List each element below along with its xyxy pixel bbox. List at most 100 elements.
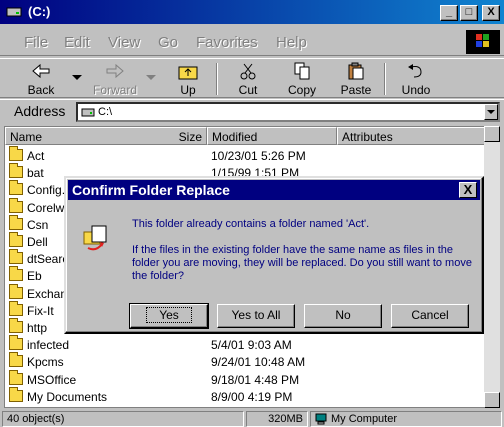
item-name: bat xyxy=(27,166,44,181)
folder-icon xyxy=(9,232,23,247)
address-label: Address xyxy=(14,103,66,119)
toolbar-separator xyxy=(384,63,386,95)
address-dropdown-button[interactable] xyxy=(484,104,498,120)
cancel-button[interactable]: Cancel xyxy=(391,304,469,328)
menu-edit[interactable]: Edit xyxy=(64,34,90,51)
status-object-count: 40 object(s) xyxy=(2,411,244,427)
forward-label: Forward xyxy=(92,83,137,97)
cut-label: Cut xyxy=(238,83,258,97)
window-title: (C:) xyxy=(28,4,51,19)
scroll-down-button[interactable] xyxy=(484,392,500,408)
my-computer-icon xyxy=(315,413,327,425)
status-bar: 40 object(s) 320MB My Computer xyxy=(0,410,504,427)
list-item[interactable]: My Documents 8/9/00 4:19 PM xyxy=(5,386,499,407)
address-field[interactable]: C:\ xyxy=(76,102,500,122)
item-name: Act xyxy=(27,149,45,163)
dialog-message-existing: This folder already contains a folder na… xyxy=(132,218,370,230)
scroll-up-button[interactable] xyxy=(484,126,500,142)
folder-icon xyxy=(9,266,23,282)
up-folder-icon xyxy=(178,66,198,80)
back-button[interactable]: Back xyxy=(16,59,66,99)
window-title-bar[interactable]: (C:) _ □ X xyxy=(0,0,504,24)
yes-to-all-button[interactable]: Yes to All xyxy=(217,304,295,328)
item-name: infected xyxy=(27,338,70,353)
up-label: Up xyxy=(180,83,196,97)
up-button[interactable]: Up xyxy=(163,59,213,99)
undo-button[interactable]: Undo xyxy=(391,59,441,99)
chevron-down-icon xyxy=(487,110,495,114)
paste-icon xyxy=(348,62,364,80)
forward-dropdown-icon[interactable] xyxy=(146,75,156,80)
item-modified: 9/24/01 10:48 AM xyxy=(211,355,306,370)
column-size[interactable]: Size xyxy=(135,127,207,145)
item-name: Dell xyxy=(27,235,48,249)
dialog-title-bar[interactable]: Confirm Folder Replace X xyxy=(68,180,480,200)
scissors-icon xyxy=(240,63,256,80)
folder-icon xyxy=(9,300,23,316)
item-modified: 9/18/01 4:48 PM xyxy=(211,372,300,387)
folder-icon xyxy=(9,197,23,213)
address-bar: Address C:\ xyxy=(0,99,504,123)
menu-favorites[interactable]: Favorites xyxy=(196,34,258,51)
paste-button[interactable]: Paste xyxy=(331,59,381,99)
item-name: MSOffice xyxy=(27,372,77,387)
item-modified: 10/23/01 5:26 PM xyxy=(211,149,306,163)
status-location-label: My Computer xyxy=(331,413,398,425)
item-modified: 8/9/00 4:19 PM xyxy=(211,389,293,404)
folder-icon xyxy=(9,352,23,368)
item-name: My Documents xyxy=(27,389,108,404)
yes-button[interactable]: Yes xyxy=(129,303,209,329)
menu-go[interactable]: Go xyxy=(158,34,178,51)
folder-icon xyxy=(9,180,23,196)
confirm-folder-replace-dialog: Confirm Folder Replace X This folder alr… xyxy=(64,176,484,334)
column-modified[interactable]: Modified xyxy=(207,127,337,145)
item-name: Csn xyxy=(27,217,49,232)
copy-label: Copy xyxy=(287,83,316,97)
copy-button[interactable]: Copy xyxy=(277,59,327,99)
folder-replace-icon xyxy=(83,225,107,251)
copy-icon xyxy=(294,62,310,80)
no-button[interactable]: No xyxy=(304,304,382,328)
item-name: Kpcms xyxy=(27,355,64,370)
folder-icon xyxy=(9,214,23,230)
item-name: dtSearc xyxy=(27,252,69,267)
menu-help[interactable]: Help xyxy=(276,34,307,51)
menu-view[interactable]: View xyxy=(108,34,140,51)
back-arrow-icon xyxy=(32,63,50,79)
item-modified: 5/4/01 9:03 AM xyxy=(211,338,292,353)
column-attributes[interactable]: Attributes xyxy=(337,127,487,145)
back-dropdown-icon[interactable] xyxy=(72,75,82,80)
item-name: http xyxy=(27,321,48,335)
item-name: Eb xyxy=(27,269,42,284)
toolbar: Back Forward Up Cut Copy Paste Undo xyxy=(0,58,504,98)
item-name: Fix-It xyxy=(27,303,54,318)
close-button[interactable]: X xyxy=(482,5,500,21)
status-location: My Computer xyxy=(310,411,502,427)
drive-icon xyxy=(81,108,95,117)
folder-icon xyxy=(9,318,23,333)
back-label: Back xyxy=(27,83,55,97)
maximize-button[interactable]: □ xyxy=(460,5,478,21)
vertical-scrollbar[interactable] xyxy=(484,126,500,408)
yes-label: Yes xyxy=(146,307,192,323)
dialog-close-button[interactable]: X xyxy=(459,182,477,198)
folder-icon xyxy=(9,146,23,161)
windows-logo-icon xyxy=(466,30,500,54)
toolbar-separator xyxy=(216,63,218,95)
dialog-message-question: If the files in the existing folder have… xyxy=(132,244,472,282)
address-value: C:\ xyxy=(98,106,113,118)
minimize-button[interactable]: _ xyxy=(440,5,458,21)
folder-icon xyxy=(9,163,23,179)
cut-button[interactable]: Cut xyxy=(223,59,273,99)
undo-label: Undo xyxy=(401,83,431,97)
undo-icon xyxy=(408,64,422,78)
paste-label: Paste xyxy=(340,83,372,97)
dialog-title: Confirm Folder Replace xyxy=(72,182,230,198)
folder-icon xyxy=(9,369,23,385)
forward-button[interactable]: Forward xyxy=(90,59,140,99)
status-size: 320MB xyxy=(246,411,308,427)
folder-icon xyxy=(9,249,23,265)
menu-bar: File Edit View Go Favorites Help xyxy=(0,28,504,56)
menu-file[interactable]: File xyxy=(24,34,48,51)
column-headers: Name Size Modified Attributes xyxy=(5,127,499,145)
